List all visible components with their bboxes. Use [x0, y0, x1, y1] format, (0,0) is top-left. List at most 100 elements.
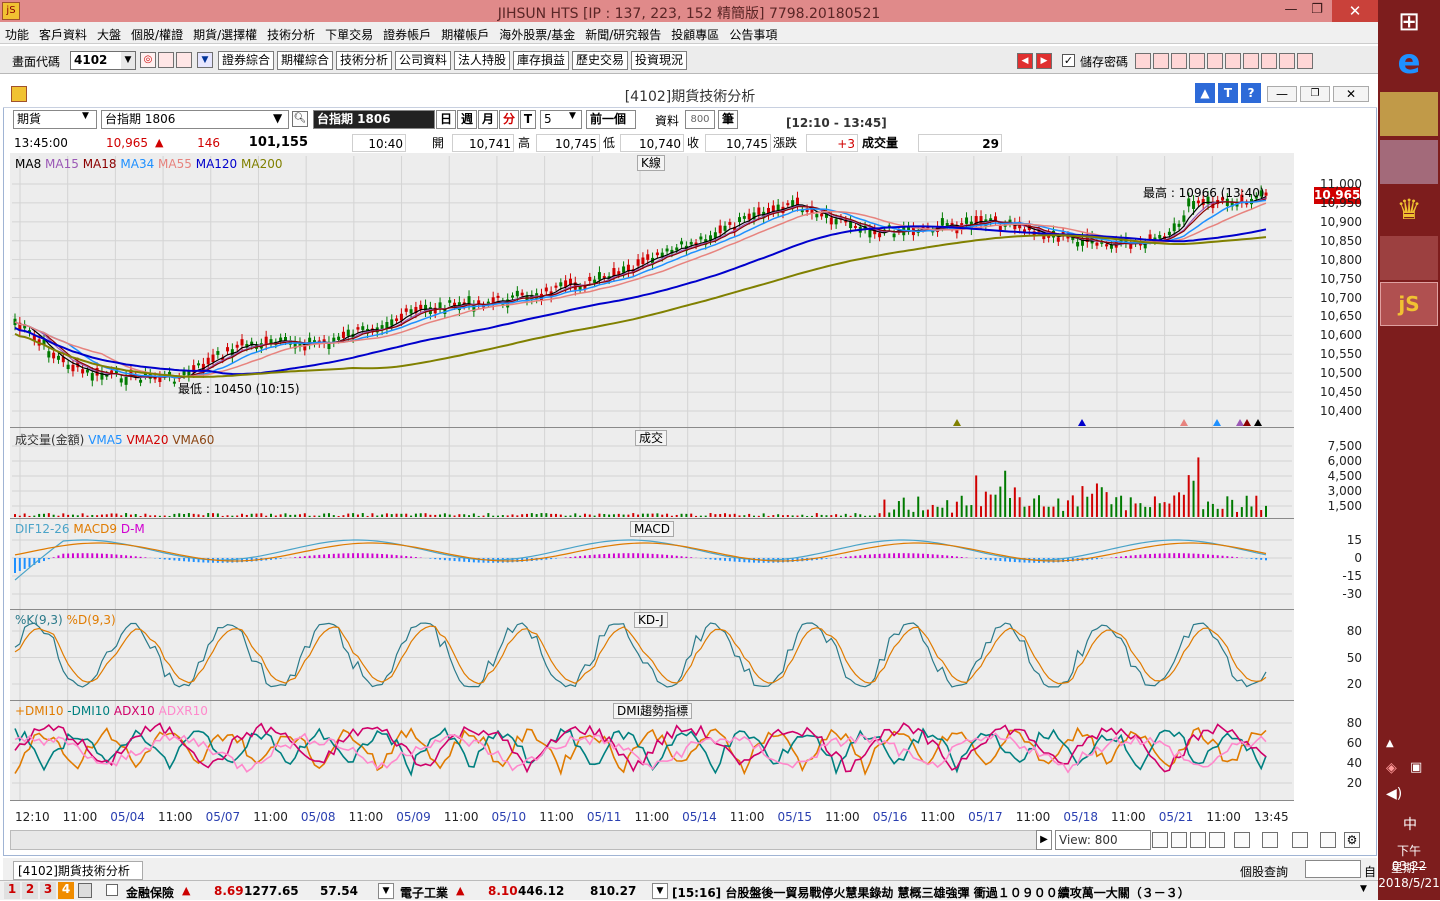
news-ticker[interactable]: [15:16] 台股盤後一貿易戰停火慧果錄劫 慧概三雄強彈 衝過１０９００續攻萬…	[672, 884, 1360, 901]
tool-button[interactable]: 證券綜合	[218, 51, 275, 70]
tray-volume-icon[interactable]: ◀)	[1386, 786, 1402, 802]
jihsun-app-icon[interactable]: jS	[1380, 282, 1438, 326]
close-button[interactable]: ✕	[1332, 0, 1378, 22]
menu-item[interactable]: 期權帳戶	[436, 22, 494, 43]
crown-icon[interactable]: ♛	[1380, 188, 1438, 232]
back-arrow-icon[interactable]: ◀	[1017, 53, 1033, 69]
tool-icon[interactable]	[1135, 53, 1151, 69]
symbol-search-icon[interactable]: 🔍︎	[292, 111, 308, 127]
tool-button[interactable]: 技術分析	[336, 51, 393, 70]
tool-icon[interactable]	[1225, 53, 1241, 69]
market-dropdown-icon[interactable]: ▼	[82, 111, 89, 121]
tool-icon[interactable]	[1153, 53, 1169, 69]
menu-item[interactable]: 技術分析	[262, 22, 320, 43]
link-icon[interactable]	[1190, 832, 1206, 848]
symbol-dropdown-icon[interactable]: ▼	[273, 111, 282, 125]
print-icon[interactable]	[176, 52, 192, 68]
news-dropdown-icon[interactable]: ▼	[1360, 884, 1367, 894]
tool-button[interactable]: 庫存損益	[513, 51, 570, 70]
data-count-input[interactable]: 800	[685, 110, 715, 129]
stock2-dropdown-icon[interactable]: ▼	[652, 883, 668, 899]
restore-button[interactable]: ❐	[1306, 2, 1328, 20]
num-tab-3[interactable]: 3	[40, 882, 56, 899]
table-icon[interactable]	[1292, 832, 1308, 848]
bars-button[interactable]: 筆	[718, 110, 738, 129]
ticker-checkbox[interactable]	[106, 884, 118, 896]
period-minute[interactable]: 分	[499, 110, 519, 129]
tool-icon[interactable]	[1243, 53, 1259, 69]
tool-icon[interactable]	[1261, 53, 1277, 69]
lock-icon[interactable]	[78, 883, 92, 898]
folder-icon[interactable]	[158, 52, 174, 68]
menu-item[interactable]: 期貨/選擇權	[188, 22, 262, 43]
period-day[interactable]: 日	[436, 110, 456, 129]
kd-pane-title[interactable]: KD-J	[634, 612, 668, 628]
text-t-icon[interactable]: T	[1218, 83, 1238, 103]
period-tick[interactable]: T	[520, 110, 536, 129]
stock1-dropdown-icon[interactable]: ▼	[378, 883, 394, 899]
menu-item[interactable]: 海外股票/基金	[494, 22, 580, 43]
menu-item[interactable]: 客戶資料	[34, 22, 92, 43]
forward-arrow-icon[interactable]: ▶	[1036, 53, 1052, 69]
minimize-button[interactable]: —	[1280, 2, 1302, 20]
tool-button[interactable]: 期權綜合	[277, 51, 334, 70]
menu-item[interactable]: 新聞/研究報告	[580, 22, 666, 43]
tool-button[interactable]: 歷史交易	[572, 51, 629, 70]
scroll-track[interactable]	[10, 830, 1050, 850]
tool-icon[interactable]	[1189, 53, 1205, 69]
tool-button[interactable]: 法人持股	[454, 51, 511, 70]
inner-minimize-button[interactable]: —	[1267, 86, 1297, 102]
inner-restore-button[interactable]: ❐	[1300, 86, 1330, 102]
tool-button[interactable]: 投資現況	[631, 51, 688, 70]
search-icon[interactable]: ◎	[140, 52, 156, 68]
menu-item[interactable]: 投顧專區	[666, 22, 724, 43]
gear-icon[interactable]: ⚙	[1344, 832, 1360, 848]
paint-icon[interactable]	[1380, 140, 1438, 184]
ie-icon[interactable]: e	[1380, 40, 1438, 84]
tray-shield-icon[interactable]: ◈	[1386, 760, 1397, 776]
help-icon[interactable]: ?	[1241, 83, 1261, 103]
scroll-right-button[interactable]: ▶	[1036, 830, 1052, 850]
menu-item[interactable]: 個股/權證	[126, 22, 188, 43]
tool-icon[interactable]	[1297, 53, 1313, 69]
stock-query-input[interactable]	[1305, 860, 1361, 878]
tray-network-icon[interactable]: ▣	[1410, 760, 1422, 775]
notes-icon[interactable]	[1380, 236, 1438, 280]
menu-item[interactable]: 大盤	[92, 22, 126, 43]
explorer-icon[interactable]	[1380, 92, 1438, 136]
chart-type-icon[interactable]	[1262, 832, 1278, 848]
prev-button[interactable]: 前一個	[586, 110, 636, 129]
draw-icon[interactable]	[1320, 832, 1336, 848]
kline-pane-title[interactable]: K線	[637, 155, 665, 171]
period-month[interactable]: 月	[478, 110, 498, 129]
windows-start-icon[interactable]: ⊞	[1380, 0, 1438, 44]
save-password-checkbox[interactable]: ✓	[1062, 54, 1075, 67]
num-tab-4[interactable]: 4	[58, 882, 74, 899]
inner-close-button[interactable]: ✕	[1333, 86, 1369, 102]
interval-dropdown-icon[interactable]: ▼	[569, 111, 576, 121]
tool-icon[interactable]	[1171, 53, 1187, 69]
zoom-out-icon[interactable]	[1152, 832, 1168, 848]
menu-item[interactable]: 下單交易	[320, 22, 378, 43]
num-tab-1[interactable]: 1	[4, 882, 20, 899]
menu-item[interactable]: 證券帳戶	[378, 22, 436, 43]
tray-up-icon[interactable]: ▲	[1386, 738, 1394, 749]
zoom-in-icon[interactable]	[1171, 832, 1187, 848]
period-week[interactable]: 週	[457, 110, 477, 129]
menu-item[interactable]: 功能	[0, 22, 34, 43]
tool-icon[interactable]	[1279, 53, 1295, 69]
dmi-pane-title[interactable]: DMI趨勢指標	[613, 703, 693, 719]
list-icon[interactable]	[1209, 832, 1225, 848]
tool-button[interactable]: 公司資料	[395, 51, 452, 70]
volume-pane-title[interactable]: 成交	[635, 430, 668, 446]
num-tab-2[interactable]: 2	[22, 882, 38, 899]
arrow-up-icon[interactable]: ▲	[1195, 83, 1215, 103]
grid-icon[interactable]	[1234, 832, 1250, 848]
symbol-input[interactable]: 台指期 1806	[101, 110, 289, 129]
ime-indicator[interactable]: 中	[1403, 814, 1417, 834]
code-dropdown-icon[interactable]: ▼	[121, 52, 135, 69]
tool-icon[interactable]	[1207, 53, 1223, 69]
menu-item[interactable]: 公告事項	[724, 22, 782, 43]
settings-icon[interactable]: ▼	[197, 52, 213, 68]
window-tab[interactable]: [4102]期貨技術分析	[13, 861, 143, 880]
